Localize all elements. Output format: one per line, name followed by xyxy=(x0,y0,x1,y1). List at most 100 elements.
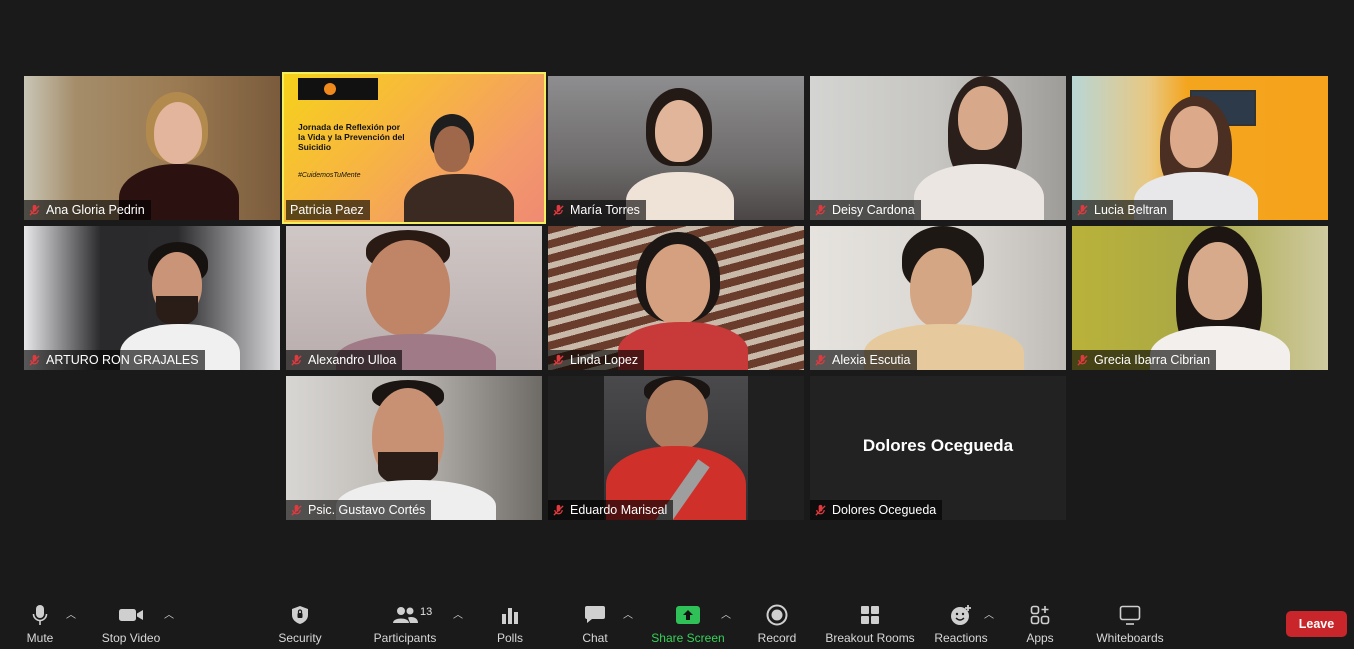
participant-name: ARTURO RON GRAJALES xyxy=(46,353,199,367)
whiteboards-label: Whiteboards xyxy=(1096,631,1164,645)
security-label: Security xyxy=(278,631,322,645)
participant-name: Ana Gloria Pedrin xyxy=(46,203,145,217)
mic-muted-icon xyxy=(553,204,564,216)
participants-options-chevron-up-icon[interactable]: ︿ xyxy=(453,606,463,621)
torso xyxy=(914,164,1044,220)
video-tile[interactable]: Lucia Beltran xyxy=(1072,76,1328,220)
video-tile[interactable]: Linda Lopez xyxy=(548,226,804,370)
participant-name-tag: María Torres xyxy=(548,200,646,220)
face xyxy=(655,100,703,162)
record-button[interactable]: Record xyxy=(754,596,800,649)
participant-name-tag: Lucia Beltran xyxy=(1072,200,1173,220)
record-label: Record xyxy=(757,631,797,645)
mic-muted-icon xyxy=(815,354,826,366)
reactions-button[interactable]: Reactions xyxy=(932,596,990,649)
mic-muted-icon xyxy=(815,204,826,216)
mic-muted-icon xyxy=(815,504,826,516)
bar-chart-icon xyxy=(502,608,518,624)
video-tile[interactable]: María Torres xyxy=(548,76,804,220)
slide-hashtag: #CuidemosTuMente xyxy=(298,172,361,179)
participants-count: 13 xyxy=(420,606,433,618)
face xyxy=(154,102,202,164)
participant-name: Dolores Ocegueda xyxy=(832,503,937,517)
reactions-label: Reactions xyxy=(934,631,988,645)
video-tile[interactable]: Psic. Gustavo Cortés xyxy=(286,376,542,520)
face xyxy=(434,126,470,172)
face xyxy=(1170,106,1218,168)
breakout-rooms-label: Breakout Rooms xyxy=(825,631,915,645)
participant-name: Eduardo Mariscal xyxy=(570,503,668,517)
polls-label: Polls xyxy=(496,631,523,645)
whiteboards-button[interactable]: Whiteboards xyxy=(1092,596,1168,649)
beard xyxy=(156,296,198,326)
participant-name-tag: Deisy Cardona xyxy=(810,200,921,220)
stop-video-button[interactable]: Stop Video xyxy=(98,596,164,649)
participant-name: Deisy Cardona xyxy=(832,203,915,217)
participant-name-tag: Grecia Ibarra Cibrian xyxy=(1072,350,1217,370)
mic-muted-icon xyxy=(29,204,40,216)
video-tile[interactable]: Grecia Ibarra Cibrian xyxy=(1072,226,1328,370)
face xyxy=(646,380,708,450)
slide-logo-bar xyxy=(298,78,378,100)
mute-button[interactable]: Mute xyxy=(20,596,60,649)
video-feed xyxy=(604,376,748,520)
participant-name-tag: Dolores Ocegueda xyxy=(810,500,943,520)
video-tile[interactable]: Alexandro Ulloa xyxy=(286,226,542,370)
video-tile-active-speaker[interactable]: Jornada de Reflexión por la Vida y la Pr… xyxy=(282,72,546,224)
video-tile[interactable]: ARTURO RON GRAJALES xyxy=(24,226,280,370)
share-options-chevron-up-icon[interactable]: ︿ xyxy=(721,606,731,621)
mic-muted-icon xyxy=(553,354,564,366)
breakout-rooms-icon xyxy=(861,606,879,624)
participant-name-tag: Linda Lopez xyxy=(548,350,645,370)
mic-muted-icon xyxy=(553,504,564,516)
participant-name-tag: Alexandro Ulloa xyxy=(286,350,403,370)
mic-muted-icon xyxy=(1077,354,1088,366)
microphone-icon xyxy=(32,605,48,625)
video-tile[interactable]: Ana Gloria Pedrin xyxy=(24,76,280,220)
video-options-chevron-up-icon[interactable]: ︿ xyxy=(164,606,174,621)
video-tile[interactable]: Alexia Escutia xyxy=(810,226,1066,370)
participant-name: Alexandro Ulloa xyxy=(308,353,397,367)
meeting-toolbar: Mute ︿ Stop Video ︿ Security Participant… xyxy=(0,596,1354,649)
shield-icon xyxy=(292,606,308,624)
share-screen-button[interactable]: Share Screen xyxy=(650,596,726,649)
chat-button[interactable]: Chat xyxy=(576,596,614,649)
record-icon xyxy=(766,604,788,626)
participant-name: Patricia Paez xyxy=(290,203,364,217)
participants-icon xyxy=(393,607,418,623)
breakout-rooms-button[interactable]: Breakout Rooms xyxy=(824,596,916,649)
reactions-options-chevron-up-icon[interactable]: ︿ xyxy=(984,606,994,621)
participant-name-tag: Eduardo Mariscal xyxy=(548,500,674,520)
participants-button[interactable]: Participants xyxy=(370,596,440,649)
audio-options-chevron-up-icon[interactable]: ︿ xyxy=(66,606,76,621)
share-screen-icon xyxy=(676,606,700,624)
participant-name-tag: Ana Gloria Pedrin xyxy=(24,200,151,220)
video-tile[interactable]: Eduardo Mariscal xyxy=(548,376,804,520)
participant-name: María Torres xyxy=(570,203,640,217)
torso xyxy=(404,174,514,222)
apps-button[interactable]: Apps xyxy=(1020,596,1060,649)
mic-muted-icon xyxy=(291,354,302,366)
slide-title: Jornada de Reflexión por la Vida y la Pr… xyxy=(298,122,405,152)
participant-name: Psic. Gustavo Cortés xyxy=(308,503,426,517)
face xyxy=(1188,242,1248,320)
security-button[interactable]: Security xyxy=(274,596,326,649)
video-tile[interactable]: Deisy Cardona xyxy=(810,76,1066,220)
participant-name: Alexia Escutia xyxy=(832,353,911,367)
mic-muted-icon xyxy=(29,354,40,366)
leave-button[interactable]: Leave xyxy=(1286,611,1347,637)
logo-mark xyxy=(324,83,336,95)
face xyxy=(958,86,1008,150)
participant-name-tag: Patricia Paez xyxy=(286,200,370,220)
mute-label: Mute xyxy=(26,631,54,645)
polls-button[interactable]: Polls xyxy=(490,596,530,649)
participants-label: Participants xyxy=(373,631,437,645)
participant-name: Lucia Beltran xyxy=(1094,203,1167,217)
mic-muted-icon xyxy=(291,504,302,516)
participant-name-tag: Alexia Escutia xyxy=(810,350,917,370)
chat-bubble-icon xyxy=(585,606,605,623)
video-tile-video-off[interactable]: Dolores Ocegueda Dolores Ocegueda xyxy=(810,376,1066,520)
video-camera-icon xyxy=(119,609,143,621)
chat-options-chevron-up-icon[interactable]: ︿ xyxy=(623,606,633,621)
whiteboard-icon xyxy=(1119,605,1141,625)
